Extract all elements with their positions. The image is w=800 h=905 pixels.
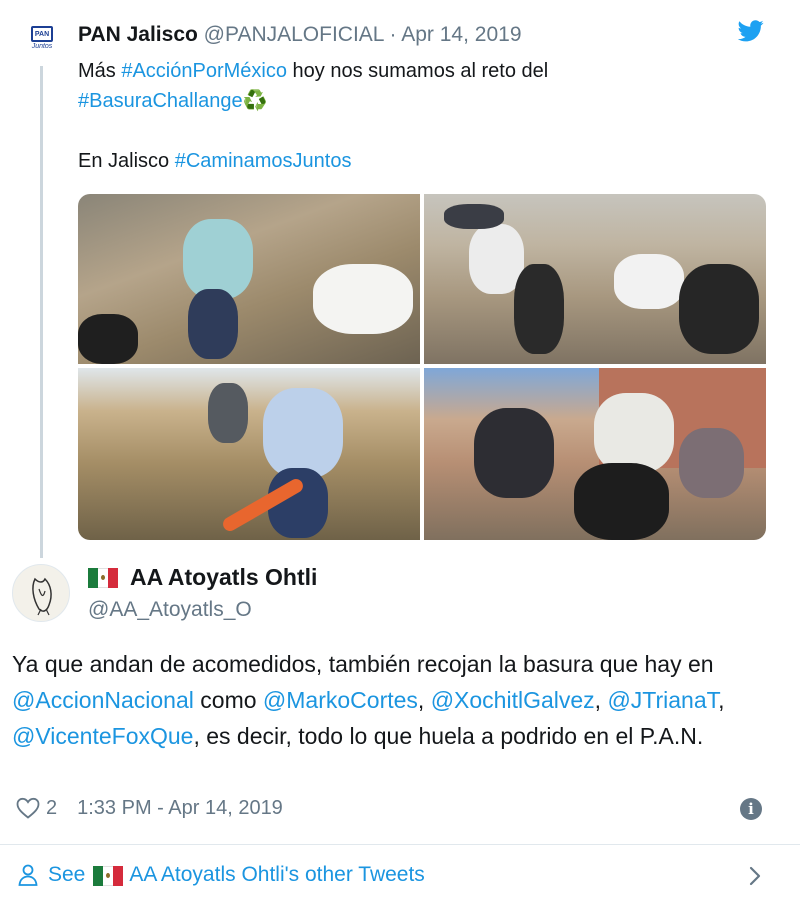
reply-author-name[interactable]: AA Atoyatls Ohtli xyxy=(130,564,317,590)
photo-bag xyxy=(78,314,138,364)
photo-car xyxy=(444,204,504,229)
embedded-tweet-card: PAN Juntos PAN Jalisco @PANJALOFICIAL · … xyxy=(0,0,800,905)
other-tweets-label: AA Atoyatls Ohtli's other Tweets xyxy=(129,863,425,886)
chevron-right-icon xyxy=(749,866,761,886)
photo-figure xyxy=(474,408,554,498)
photo-bag xyxy=(514,264,564,354)
photo-figure xyxy=(594,393,674,473)
parent-tweet-date[interactable]: Apr 14, 2019 xyxy=(401,23,521,46)
text-segment: En Jalisco xyxy=(78,150,175,172)
photo-figure xyxy=(188,289,238,359)
text-segment: , xyxy=(594,687,608,713)
hashtag-accion-por-mexico[interactable]: #AcciónPorMéxico xyxy=(121,60,287,82)
tweet-photo-1[interactable] xyxy=(78,194,420,364)
tweet-meta-row: 2 1:33 PM - Apr 14, 2019 xyxy=(16,793,283,823)
header-separator: · xyxy=(389,23,397,46)
parent-author-name[interactable]: PAN Jalisco xyxy=(78,23,198,46)
mention-accion-nacional[interactable]: @AccionNacional xyxy=(12,687,194,713)
mexico-flag-icon xyxy=(93,865,124,886)
heart-icon[interactable] xyxy=(16,797,40,819)
mexico-flag-icon xyxy=(88,568,118,588)
parent-text-line-2: #BasuraChallange♻️ xyxy=(78,86,738,116)
text-segment: Más xyxy=(78,60,122,82)
recycle-icon: ♻️ xyxy=(242,90,268,112)
tweet-photo-2[interactable] xyxy=(424,194,766,364)
reply-author-name-row[interactable]: AA Atoyatls Ohtli xyxy=(88,562,317,592)
parent-tweet-text: Más #AcciónPorMéxico hoy nos sumamos al … xyxy=(78,56,738,176)
text-segment: Ya que andan de acomedidos, también reco… xyxy=(12,651,714,677)
reply-author-handle[interactable]: @AA_Atoyatls_O xyxy=(88,596,252,624)
mention-xochitl-galvez[interactable]: @XochitlGalvez xyxy=(431,687,595,713)
tweet-photo-4[interactable] xyxy=(424,368,766,540)
see-label: See xyxy=(48,863,86,886)
person-icon xyxy=(18,864,38,886)
photo-figure xyxy=(208,383,248,443)
mention-vicente-fox[interactable]: @VicenteFoxQue xyxy=(12,723,193,749)
text-segment: , xyxy=(417,687,431,713)
parent-text-line-3: En Jalisco #CaminamosJuntos xyxy=(78,146,738,176)
photo-figure xyxy=(183,219,253,299)
text-segment: hoy nos sumamos al reto del xyxy=(286,60,549,82)
owl-logo-icon xyxy=(32,577,52,616)
photo-figure xyxy=(679,428,744,498)
parent-text-line-1: Más #AcciónPorMéxico hoy nos sumamos al … xyxy=(78,56,738,86)
pan-logo: PAN xyxy=(31,26,53,42)
parent-tweet-header: PAN Jalisco @PANJALOFICIAL · Apr 14, 201… xyxy=(78,22,522,48)
photo-figure xyxy=(263,388,343,478)
like-count[interactable]: 2 xyxy=(46,797,57,820)
tweet-timestamp[interactable]: 1:33 PM - Apr 14, 2019 xyxy=(77,797,283,820)
tweet-photo-3[interactable] xyxy=(78,368,420,540)
tweet-photo-grid xyxy=(78,194,766,540)
text-segment: como xyxy=(193,687,263,713)
photo-bag xyxy=(679,264,759,354)
twitter-bird-icon[interactable] xyxy=(738,20,764,42)
photo-figure xyxy=(614,254,684,309)
pan-jalisco-avatar[interactable]: PAN Juntos xyxy=(22,18,62,58)
mention-marko-cortes[interactable]: @MarkoCortes xyxy=(263,687,418,713)
thread-connector-line xyxy=(40,66,43,558)
text-segment: , xyxy=(718,687,725,713)
parent-author-handle[interactable]: @PANJALOFICIAL xyxy=(204,23,384,46)
mention-jtriana[interactable]: @JTrianaT xyxy=(607,687,718,713)
photo-figure xyxy=(313,264,413,334)
hashtag-basura-challange[interactable]: #BasuraChallange xyxy=(78,90,243,112)
atoyatls-avatar[interactable] xyxy=(12,564,70,622)
reply-tweet-text: Ya que andan de acomedidos, también reco… xyxy=(12,646,788,754)
info-icon[interactable]: i xyxy=(740,798,762,820)
photo-bag xyxy=(574,463,669,540)
text-segment: , es decir, todo lo que huela a podrido … xyxy=(193,723,704,749)
hashtag-caminamos-juntos[interactable]: #CaminamosJuntos xyxy=(175,150,352,172)
pan-logo-subtext: Juntos xyxy=(31,43,53,50)
see-other-tweets-link[interactable]: See AA Atoyatls Ohtli's other Tweets xyxy=(0,845,800,905)
